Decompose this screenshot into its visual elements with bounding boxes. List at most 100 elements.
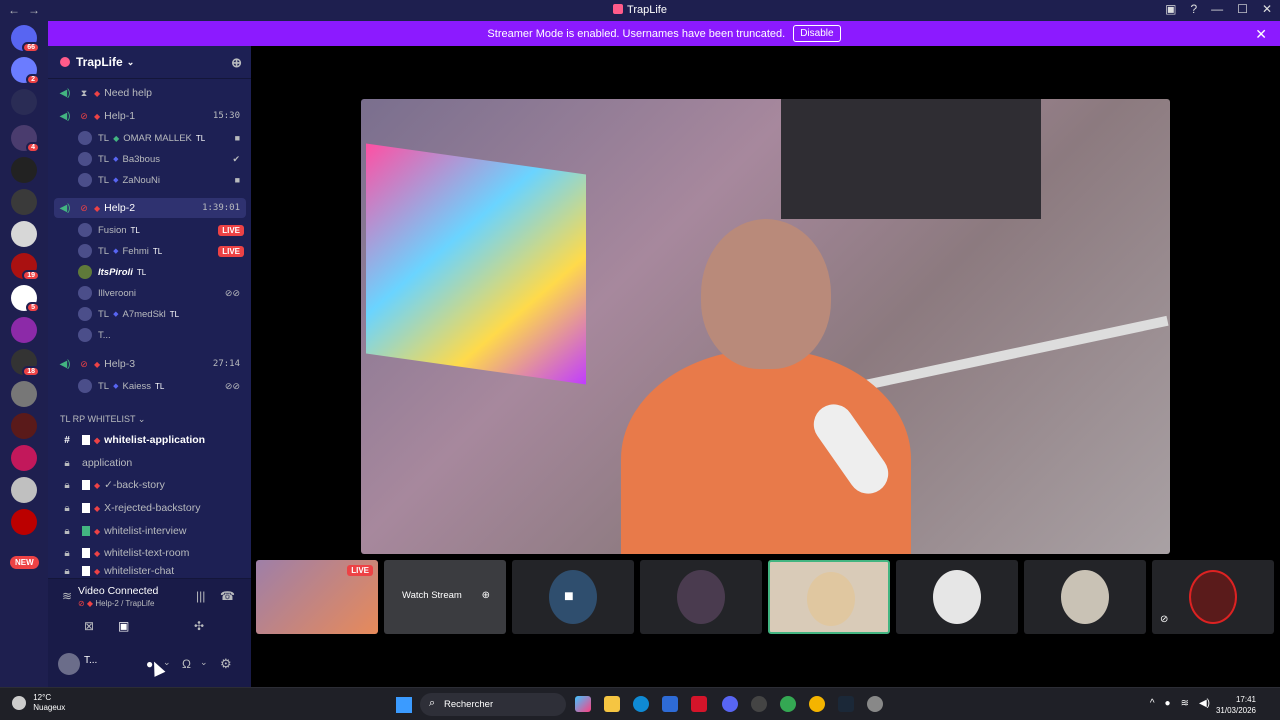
participant-tile-selected[interactable] <box>768 560 890 634</box>
headphones-icon[interactable]: Ω <box>182 657 191 671</box>
noise-suppression-icon[interactable]: ||| <box>196 589 205 603</box>
voice-user[interactable]: TL ◆ Kaiess TL ⊘⊘ <box>78 376 246 396</box>
text-channel[interactable]: 🔒︎ ◆ whitelister-chat <box>54 566 246 576</box>
participant-tile[interactable] <box>896 560 1018 634</box>
acrobat-icon[interactable] <box>691 696 707 712</box>
channel-help-1[interactable]: ◀) ⊘ ◆ Help-1 15:30 <box>54 106 246 126</box>
server-icon[interactable] <box>11 157 37 183</box>
chrome-icon[interactable] <box>780 696 796 712</box>
inbox-icon[interactable]: ▣ <box>1165 2 1176 16</box>
signal-icon[interactable]: ≋ <box>62 589 72 603</box>
participant-tile[interactable]: Watch Stream ⊕ <box>384 560 506 634</box>
check-box-icon <box>82 526 90 536</box>
edge-icon[interactable] <box>633 696 649 712</box>
screen-share-icon[interactable]: ▣ <box>118 619 129 633</box>
diamond-icon: ◆ <box>113 177 119 184</box>
copilot-icon[interactable] <box>575 696 591 712</box>
watch-stream-button[interactable]: Watch Stream <box>402 590 462 601</box>
server-icon[interactable] <box>11 221 37 247</box>
voice-user[interactable]: T... <box>78 325 246 345</box>
avatar <box>1189 570 1237 624</box>
server-icon[interactable]: 19 <box>11 253 40 281</box>
voice-location[interactable]: ⊘ ◆ Help-2 / TrapLife <box>78 599 154 608</box>
minimize-button[interactable]: — <box>1211 2 1223 16</box>
main-video-stream[interactable] <box>361 99 1170 554</box>
diamond-icon: ◆ <box>94 435 101 445</box>
maximize-button[interactable]: ☐ <box>1237 2 1248 16</box>
activities-icon[interactable]: ✣ <box>194 619 204 633</box>
server-header[interactable]: TrapLife ⌄ ⊕ <box>48 46 251 79</box>
folder-icon[interactable] <box>604 696 620 712</box>
home-icon[interactable]: 66 <box>11 25 40 53</box>
avatar[interactable] <box>58 653 80 675</box>
camera-off-icon[interactable]: ⊠ <box>84 619 94 633</box>
disconnect-icon[interactable]: ☎ <box>220 589 235 603</box>
weather-widget[interactable]: 12°C Nuageux <box>12 693 65 713</box>
server-icon[interactable] <box>11 413 37 439</box>
add-member-icon[interactable]: ⊕ <box>231 55 242 71</box>
chevron-down-icon[interactable]: ⌄ <box>163 657 171 668</box>
close-icon[interactable]: ✕ <box>1255 26 1267 43</box>
server-icon[interactable]: 2 <box>11 57 40 85</box>
help-icon[interactable]: ? <box>1190 2 1197 16</box>
participant-tile[interactable]: ■ <box>512 560 634 634</box>
microphone-icon[interactable]: ● <box>1165 698 1171 709</box>
participant-tile[interactable]: LIVE <box>256 560 378 634</box>
participant-tile[interactable] <box>640 560 762 634</box>
discord-icon[interactable] <box>722 696 738 712</box>
server-icon[interactable]: 4 <box>11 125 40 153</box>
hourglass-icon[interactable] <box>11 89 37 115</box>
text-channel[interactable]: 🔒︎ application <box>54 453 246 473</box>
text-channel[interactable]: 🔒︎ ◆ ✓-back-story <box>54 475 246 495</box>
server-icon[interactable]: 5 <box>11 285 40 313</box>
disable-button[interactable]: Disable <box>793 25 841 42</box>
channel-need-help[interactable]: ◀) ⧗ ◆ Need help <box>54 83 246 103</box>
chrome-icon[interactable] <box>809 696 825 712</box>
taskbar-search[interactable]: ⌕ Rechercher <box>420 693 566 716</box>
text-channel[interactable]: 🔒︎ ◆ X-rejected-backstory <box>54 498 246 518</box>
voice-user[interactable]: ItsPiroli TL <box>78 262 246 282</box>
user-name: T... <box>98 329 111 341</box>
wifi-icon[interactable]: ≋ <box>1181 698 1189 709</box>
server-icon[interactable] <box>11 477 37 503</box>
store-icon[interactable] <box>662 696 678 712</box>
volume-icon[interactable]: ◀) <box>1199 698 1210 709</box>
server-icon[interactable] <box>11 381 37 407</box>
text-channel[interactable]: 🔒︎ ◆ whitelist-text-room <box>54 543 246 563</box>
participant-tile[interactable] <box>1024 560 1146 634</box>
channel-label: whitelist-text-room <box>104 547 190 559</box>
clock[interactable]: 17:41 31/03/2026 <box>1216 694 1256 716</box>
lock-icon: 🔒︎ <box>64 479 70 491</box>
channel-help-3[interactable]: ◀) ⊘ ◆ Help-3 27:14 <box>54 354 246 374</box>
voice-user[interactable]: TL ◆ ZaNouNi ■ <box>78 170 246 190</box>
category-header[interactable]: TL RP WHITELIST ⌄ <box>60 414 145 425</box>
voice-user[interactable]: TL ◆ A7medSkl TL <box>78 304 246 324</box>
voice-user[interactable]: TL ◆ Fehmi TL LIVE <box>78 241 246 261</box>
voice-user[interactable]: Illverooni ⊘⊘ <box>78 283 246 303</box>
app-icon[interactable] <box>751 696 767 712</box>
user-tag: TL <box>152 246 163 256</box>
steam-icon[interactable] <box>838 696 854 712</box>
voice-user[interactable]: TL ◆ Ba3bous ✔ <box>78 149 246 169</box>
diamond-icon: ◆ <box>113 311 119 318</box>
voice-user[interactable]: TL ◆ OMAR MALLEK TL ■ <box>78 128 246 148</box>
server-icon[interactable] <box>11 509 37 535</box>
text-channel[interactable]: # ◆ whitelist-application <box>54 430 246 450</box>
settings-icon[interactable] <box>867 696 883 712</box>
voice-user[interactable]: Fusion TL LIVE <box>78 220 246 240</box>
server-icon[interactable] <box>11 317 37 343</box>
chevron-up-icon[interactable]: ^ <box>1150 698 1155 709</box>
server-icon[interactable] <box>11 445 37 471</box>
channel-help-2[interactable]: ◀) ⊘ ◆ Help-2 1:39:01 <box>54 198 246 218</box>
windows-start-icon[interactable] <box>396 697 412 713</box>
user-tag: TL <box>155 381 165 391</box>
close-button[interactable]: ✕ <box>1262 2 1272 16</box>
text-channel[interactable]: 🔒︎ ◆ whitelist-interview <box>54 521 246 541</box>
participant-tile[interactable]: ⊘ <box>1152 560 1274 634</box>
server-icon[interactable] <box>11 189 37 215</box>
no-entry-icon: ⊘ <box>80 110 88 121</box>
chevron-down-icon[interactable]: ⌄ <box>200 657 208 668</box>
server-icon[interactable]: 18 <box>11 349 40 377</box>
camera-icon: ■ <box>234 175 240 185</box>
gear-icon[interactable]: ⚙ <box>220 656 232 672</box>
